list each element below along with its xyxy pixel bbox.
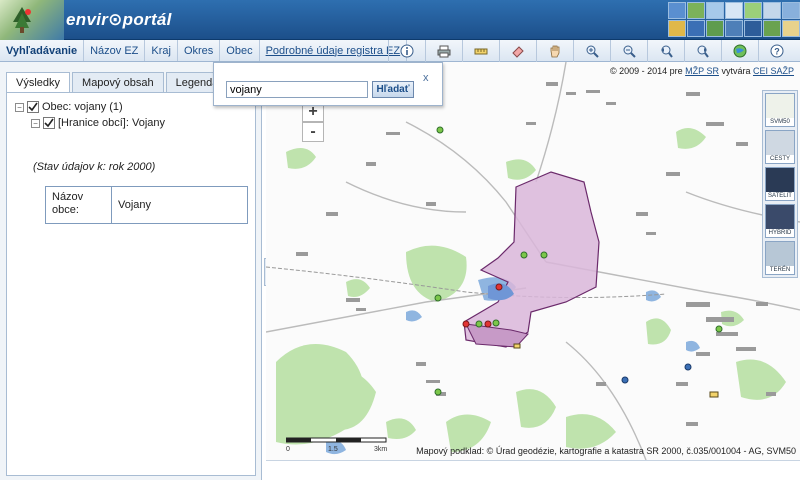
data-status-text: (Stav údajov k: rok 2000) [33,161,156,173]
menu-vyhladavanie[interactable]: Vyhľadávanie [0,40,85,61]
zoom-previous-icon [661,45,673,58]
full-extent-tool-button[interactable] [721,40,758,62]
pan-tool-button[interactable] [536,40,573,62]
logo-tree-icon [13,7,31,33]
info-tool-button[interactable] [388,40,425,62]
obec-checkbox[interactable] [27,101,39,113]
highlighted-municipality-area [463,171,600,348]
map-canvas[interactable]: © 2009 - 2014 pre MŽP SR vytvára CEI SAŽ… [266,62,800,460]
layer-cesty-button[interactable]: CESTY [765,130,795,164]
attribute-value: Vojany [118,199,152,211]
header-photo-strip [668,2,800,38]
basemap-switcher: SVM50 CESTY SATELIT HYBRID TERÉN [762,90,798,278]
map-toolbar: ? [388,40,795,62]
menu-okres[interactable]: Okres [178,40,221,61]
tree-root-label[interactable]: Obec: vojany (1) [42,101,123,113]
cei-link[interactable]: CEI SAŽP [753,66,794,76]
layer-hybrid-button[interactable]: HYBRID [765,204,795,238]
copyright-prefix: © 2009 - 2014 pre [609,66,686,76]
map-scalebar: 0 1.5 3km [285,432,396,456]
menu-nazov-ez[interactable]: Názov EZ [84,40,146,61]
tree-row-hranice: − [Hranice obcí]: Vojany [31,117,165,129]
zoom-in-tool-button[interactable] [573,40,610,62]
map-zoom-out-button[interactable]: - [302,122,324,142]
zoom-out-tool-button[interactable] [610,40,647,62]
layer-label: HYBRID [768,230,792,236]
menu-kraj[interactable]: Kraj [145,40,178,61]
map-status-strip [266,460,800,480]
svm50-thumbnail [766,94,794,118]
layer-satelit-button[interactable]: SATELIT [765,167,795,201]
menu-podrobne-udaje[interactable]: Podrobné údaje registra EZ [260,40,408,61]
measure-tool-button[interactable] [462,40,499,62]
tab-vysledky[interactable]: Výsledky [6,72,71,93]
menu-obec[interactable]: Obec [220,40,260,61]
eraser-icon [512,46,524,58]
layer-label: TERÉN [769,267,791,273]
logo-image [0,0,64,40]
info-icon [400,44,414,58]
results-panel: Výsledky Mapový obsah Legenda − Obec: vo… [0,62,262,480]
logo-text[interactable]: envir⊙portál [66,10,172,30]
checkmark-icon [44,118,54,128]
layer-svm50-button[interactable]: SVM50 [765,93,795,127]
hranice-checkbox[interactable] [43,117,55,129]
search-popup: Hľadať x [213,62,443,106]
copyright-mid: vytvára [718,66,753,76]
search-button[interactable]: Hľadať [372,81,414,98]
map-copyright: © 2009 - 2014 pre MŽP SR vytvára CEI SAŽ… [610,66,794,76]
print-tool-button[interactable] [425,40,462,62]
collapse-toggle-icon[interactable]: − [15,102,24,112]
collapse-toggle-icon[interactable]: − [31,118,40,128]
layer-label: SATELIT [768,193,792,199]
layer-label: CESTY [769,156,790,162]
pan-hand-icon [550,45,560,58]
attribute-table: Názov obce: Vojany [45,186,248,224]
panel-tabs: Výsledky Mapový obsah Legenda [6,72,229,93]
full-extent-globe-icon [733,44,747,58]
print-icon [437,45,451,58]
svg-text:?: ? [774,47,780,57]
zoom-in-icon [586,45,599,58]
scale-label-0: 0 [286,446,290,453]
municipality-search-input[interactable] [226,81,368,98]
tab-mapovy-obsah[interactable]: Mapový obsah [72,72,164,92]
app-header: envir⊙portál [0,0,800,40]
attribute-key: Názov obce: [46,187,112,223]
layer-teren-button[interactable]: TERÉN [765,241,795,275]
zoom-out-icon [623,45,636,58]
tree-child-label[interactable]: [Hranice obcí]: Vojany [58,117,165,129]
results-tab-content: − Obec: vojany (1) − [Hranice obcí]: Voj… [6,92,256,476]
basemap-attribution: Mapový podklad: © Úrad geodézie, kartogr… [416,446,796,456]
measure-icon [474,48,488,55]
satelit-thumbnail [766,168,794,192]
close-popup-button[interactable]: x [423,72,429,84]
eraser-tool-button[interactable] [499,40,536,62]
map-basemap [266,62,800,460]
scale-label-1: 1.5 [328,446,338,453]
cesty-thumbnail [766,131,794,155]
help-icon: ? [770,44,784,58]
zoom-next-tool-button[interactable] [684,40,721,62]
zoom-previous-tool-button[interactable] [647,40,684,62]
teren-thumbnail [766,242,794,266]
help-tool-button[interactable]: ? [758,40,795,62]
zoom-next-icon [697,45,709,58]
scale-label-2: 3km [374,446,388,453]
mzp-link[interactable]: MŽP SR [685,66,719,76]
checkmark-icon [28,102,38,112]
scalebar-graphic [285,437,387,443]
layer-label: SVM50 [770,119,790,125]
hybrid-thumbnail [766,205,794,229]
tree-row-obec: − Obec: vojany (1) [15,101,123,113]
